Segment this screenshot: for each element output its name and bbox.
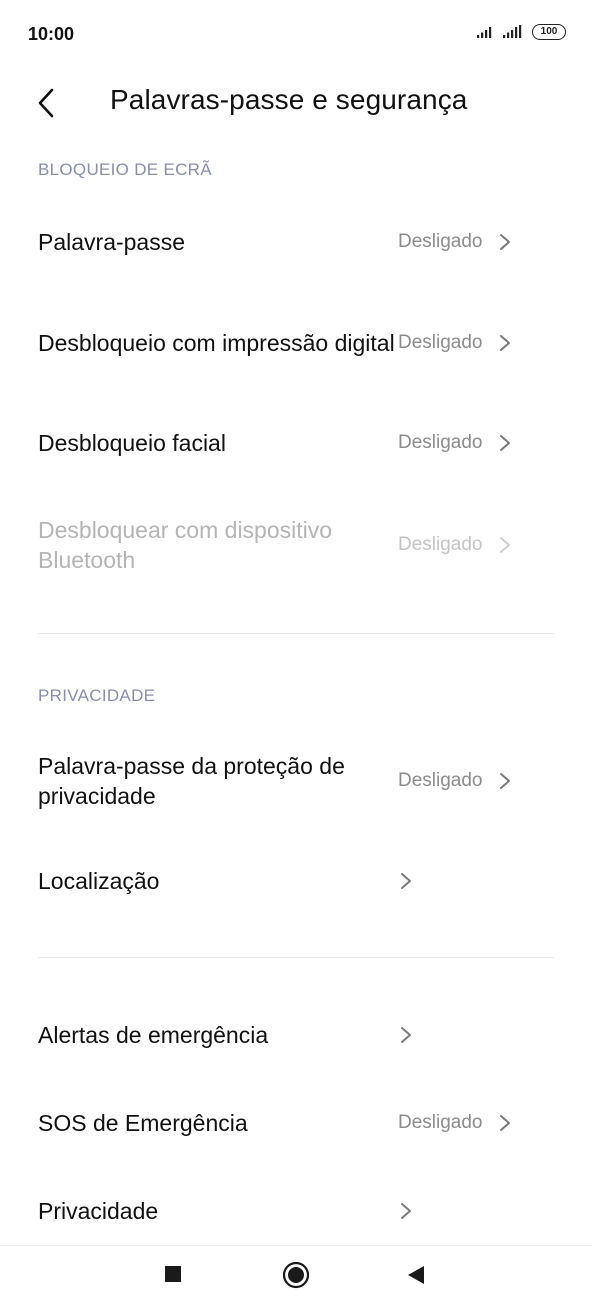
navigation-bar (0, 1245, 592, 1316)
square-icon (163, 1264, 183, 1284)
chevron-right-icon (497, 433, 513, 453)
row-location[interactable]: Localização (38, 861, 554, 901)
chevron-right-icon (497, 771, 513, 791)
row-face-unlock[interactable]: Desbloqueio facial Desligado (38, 423, 554, 463)
row-label: Palavra-passe (38, 229, 186, 255)
row-value: Desligado (398, 231, 483, 252)
row-label: Desbloquear com dispositivo Bluetooth (38, 517, 333, 573)
row-fingerprint-unlock[interactable]: Desbloqueio com impressão digital Deslig… (38, 312, 554, 374)
status-bar: 10:00 100 (0, 0, 592, 70)
row-label: Palavra-passe da proteção de privacidade (38, 753, 345, 809)
row-label: Desbloqueio facial (38, 430, 226, 456)
row-value: Desligado (398, 534, 483, 555)
row-value: Desligado (398, 1112, 483, 1133)
section-title-privacy: PRIVACIDADE (38, 686, 156, 705)
triangle-back-icon (406, 1264, 426, 1286)
chevron-right-icon (497, 535, 513, 555)
battery-icon: 100 (532, 24, 566, 40)
row-value: Desligado (398, 332, 483, 353)
row-password[interactable]: Palavra-passe Desligado (38, 222, 554, 262)
signal-icon-2 (502, 25, 524, 39)
recents-button[interactable] (163, 1264, 183, 1284)
row-value: Desligado (398, 770, 483, 791)
row-privacy[interactable]: Privacidade (38, 1191, 554, 1231)
divider (38, 633, 554, 634)
chevron-right-icon (398, 1025, 414, 1045)
row-label: Localização (38, 868, 160, 894)
chevron-right-icon (497, 1113, 513, 1133)
chevron-right-icon (398, 871, 414, 891)
row-label: Desbloqueio com impressão digital (38, 330, 395, 356)
circle-icon (282, 1261, 310, 1289)
back-nav-button[interactable] (406, 1264, 426, 1286)
chevron-right-icon (398, 1201, 414, 1221)
header: Palavras-passe e segurança (0, 74, 592, 130)
row-emergency-alerts[interactable]: Alertas de emergência (38, 1015, 554, 1055)
row-label: SOS de Emergência (38, 1110, 248, 1136)
section-title-lock-screen: BLOQUEIO DE ECRÃ (38, 160, 212, 179)
page-title: Palavras-passe e segurança (110, 84, 468, 115)
chevron-left-icon (30, 82, 66, 122)
divider (38, 957, 554, 958)
row-bluetooth-unlock: Desbloquear com dispositivo Bluetooth De… (38, 514, 554, 576)
status-icons: 100 (476, 24, 566, 40)
signal-icon (476, 25, 494, 39)
back-button[interactable] (30, 82, 66, 122)
row-privacy-protection-password[interactable]: Palavra-passe da proteção de privacidade… (38, 750, 554, 812)
row-value: Desligado (398, 432, 483, 453)
row-label: Alertas de emergência (38, 1022, 269, 1048)
row-label: Privacidade (38, 1198, 159, 1224)
chevron-right-icon (497, 333, 513, 353)
home-button[interactable] (282, 1261, 310, 1289)
status-time: 10:00 (28, 24, 75, 44)
row-emergency-sos[interactable]: SOS de Emergência Desligado (38, 1103, 554, 1143)
chevron-right-icon (497, 232, 513, 252)
